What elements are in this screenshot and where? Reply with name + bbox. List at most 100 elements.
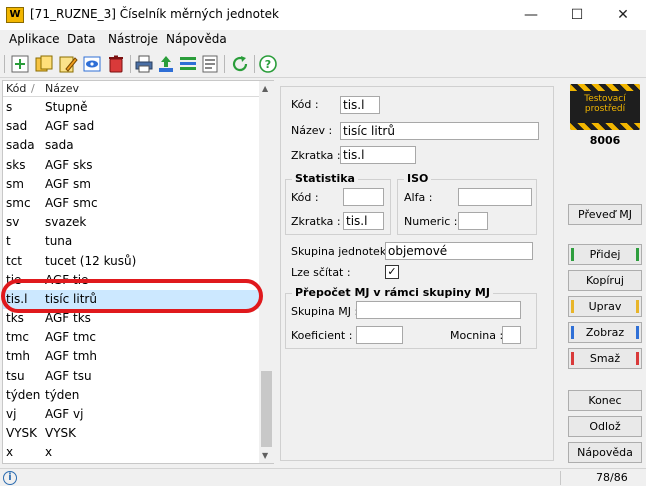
table-row[interactable]: sada sada bbox=[3, 136, 259, 155]
table-row[interactable]: sad AGF sad bbox=[3, 117, 259, 136]
environment-number: 8006 bbox=[589, 134, 621, 147]
refresh-icon[interactable] bbox=[230, 54, 250, 74]
stat-zkratka-label: Zkratka : bbox=[291, 215, 341, 228]
info-icon[interactable]: i bbox=[3, 471, 17, 485]
action-panel: Testovací prostředí 8006 Převeď MJ Přide… bbox=[564, 80, 644, 464]
scroll-down-icon[interactable]: ▼ bbox=[262, 451, 268, 460]
table-row[interactable]: tmh AGF tmh bbox=[3, 347, 259, 366]
print-icon[interactable] bbox=[134, 54, 154, 74]
mocnina-field[interactable] bbox=[502, 326, 521, 344]
defer-button[interactable]: Odlož bbox=[568, 416, 642, 437]
view-icon[interactable] bbox=[82, 54, 102, 74]
delete-button[interactable]: Smaž bbox=[568, 348, 642, 369]
columns-icon[interactable] bbox=[178, 54, 198, 74]
help-icon[interactable]: ? bbox=[258, 54, 278, 74]
table-row[interactable]: tmc AGF tmc bbox=[3, 328, 259, 347]
table-row[interactable]: smc AGF smc bbox=[3, 194, 259, 213]
koeficient-field[interactable] bbox=[356, 326, 403, 344]
table-row[interactable]: vj AGF vj bbox=[3, 405, 259, 424]
add-button[interactable]: Přidej bbox=[568, 244, 642, 265]
window-title: [71_RUZNE_3] Číselník měrných jednotek bbox=[30, 7, 279, 21]
scroll-up-icon[interactable]: ▲ bbox=[262, 84, 268, 93]
row-name: tucet (12 kusů) bbox=[45, 253, 137, 268]
skupina-jednotek-label: Skupina jednotek : bbox=[291, 245, 394, 258]
row-code: sm bbox=[6, 176, 24, 191]
koeficient-label: Koeficient : bbox=[291, 329, 353, 342]
zobraz-color-bar bbox=[636, 326, 639, 339]
add-icon[interactable] bbox=[10, 54, 30, 74]
table-row[interactable]: t tuna bbox=[3, 232, 259, 251]
export-icon[interactable] bbox=[156, 54, 176, 74]
status-divider bbox=[560, 471, 561, 485]
row-name: AGF smc bbox=[45, 195, 98, 210]
row-code: s bbox=[6, 100, 13, 114]
edit-button[interactable]: Uprav bbox=[568, 296, 642, 317]
copy-button[interactable]: Kopíruj bbox=[568, 270, 642, 291]
menu-nastroje[interactable]: Nástroje bbox=[108, 32, 158, 46]
nazev-field[interactable]: tisíc litrů bbox=[340, 122, 539, 140]
iso-numeric-field[interactable] bbox=[458, 212, 488, 230]
row-name: týden bbox=[45, 387, 80, 402]
stat-kod-field[interactable] bbox=[343, 188, 384, 206]
menu-napoveda[interactable]: Nápověda bbox=[166, 32, 227, 46]
row-code: tmh bbox=[6, 349, 30, 364]
row-code: x bbox=[6, 445, 14, 460]
row-code: sada bbox=[6, 138, 35, 153]
table-row[interactable]: sv svazek bbox=[3, 213, 259, 232]
table-row[interactable]: s Stupně bbox=[3, 98, 259, 117]
app-logo-icon: W bbox=[6, 7, 24, 23]
help-button[interactable]: Nápověda bbox=[568, 442, 642, 463]
smaz-color-bar bbox=[571, 352, 574, 365]
record-counter: 78/86 bbox=[596, 471, 628, 484]
row-code: VYSK bbox=[6, 426, 38, 441]
table-row[interactable]: tsu AGF tsu bbox=[3, 367, 259, 386]
minimize-button[interactable]: — bbox=[508, 0, 554, 30]
menu-aplikace[interactable]: Aplikace bbox=[9, 32, 60, 46]
prevest-mj-button[interactable]: Převeď MJ bbox=[568, 204, 642, 225]
column-header-name[interactable]: Název bbox=[45, 82, 79, 95]
zkratka-label: Zkratka : bbox=[291, 149, 341, 162]
zkratka-field[interactable]: tis.l bbox=[340, 146, 416, 164]
row-name: AGF tmc bbox=[45, 330, 97, 345]
skupina-mj-field[interactable] bbox=[356, 301, 521, 319]
menu-bar: Aplikace Data Nástroje Nápověda bbox=[0, 30, 646, 50]
toolbar-separator bbox=[4, 55, 5, 73]
mocnina-label: Mocnina : bbox=[450, 329, 504, 342]
column-header-code[interactable]: Kód bbox=[6, 82, 26, 95]
row-name: AGF sks bbox=[45, 157, 93, 172]
menu-data[interactable]: Data bbox=[67, 32, 96, 46]
table-row[interactable]: týden týden bbox=[3, 386, 259, 405]
iso-alfa-field[interactable] bbox=[458, 188, 532, 206]
row-code: týden bbox=[6, 387, 41, 402]
uprav-color-bar bbox=[571, 300, 574, 313]
table-row[interactable]: sks AGF sks bbox=[3, 156, 259, 175]
end-button[interactable]: Konec bbox=[568, 390, 642, 411]
highlight-annotation bbox=[1, 279, 263, 313]
unit-list[interactable]: Kód / Název s Stupně sad AGF sad sada sada sks… bbox=[1, 80, 274, 464]
edit-icon[interactable] bbox=[58, 54, 78, 74]
skupina-jednotek-field[interactable]: objemové bbox=[385, 242, 533, 260]
badge-text: Testovací prostředí bbox=[584, 94, 626, 114]
table-row[interactable]: sm AGF sm bbox=[3, 175, 259, 194]
table-row[interactable]: VYSK VYSK bbox=[3, 424, 259, 443]
copy-icon[interactable] bbox=[34, 54, 54, 74]
stat-kod-label: Kód : bbox=[291, 191, 319, 204]
test-environment-badge: Testovací prostředí bbox=[570, 84, 640, 130]
toolbar-separator bbox=[254, 55, 255, 73]
row-code: sad bbox=[6, 119, 28, 134]
pridej-color-bar bbox=[636, 248, 639, 261]
detail-icon[interactable] bbox=[200, 54, 220, 74]
kod-field[interactable]: tis.l bbox=[340, 96, 380, 114]
close-button[interactable]: ✕ bbox=[600, 0, 646, 30]
table-row[interactable]: tct tucet (12 kusů) bbox=[3, 252, 259, 271]
status-bar: i 78/86 bbox=[0, 468, 646, 486]
iso-alfa-label: Alfa : bbox=[404, 191, 433, 204]
table-row[interactable]: xx bbox=[3, 443, 259, 462]
view-button[interactable]: Zobraz bbox=[568, 322, 642, 343]
scrollbar-thumb[interactable] bbox=[261, 371, 272, 447]
list-scrollbar[interactable]: ▲ ▼ bbox=[259, 81, 274, 463]
lze-scitat-checkbox[interactable]: ✓ bbox=[385, 265, 399, 279]
stat-zkratka-field[interactable]: tis.l bbox=[343, 212, 384, 230]
maximize-button[interactable]: ☐ bbox=[554, 0, 600, 30]
delete-icon[interactable] bbox=[106, 54, 126, 74]
